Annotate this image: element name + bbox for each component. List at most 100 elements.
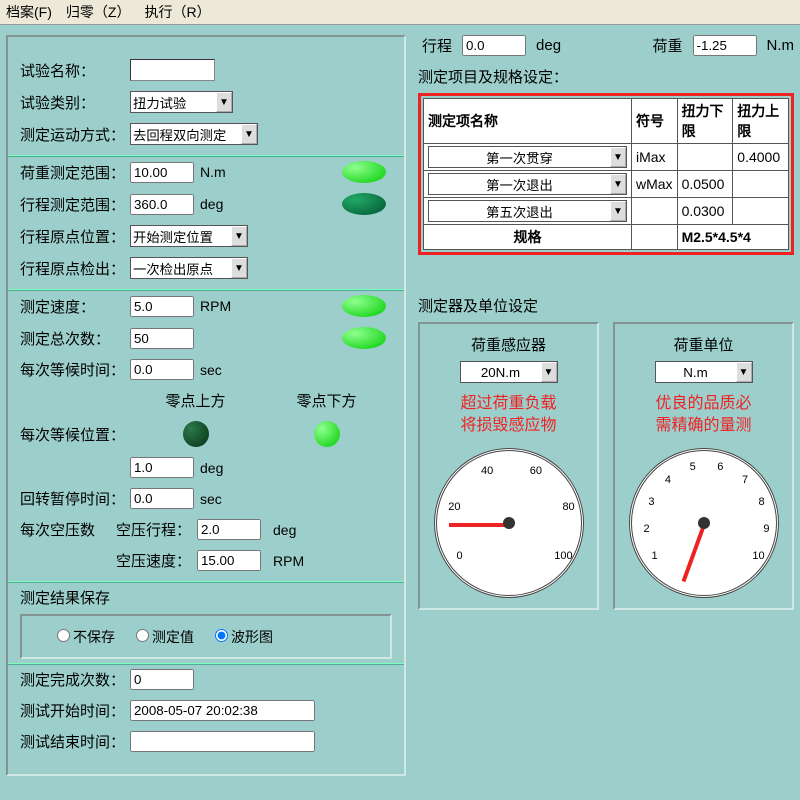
cell-sym: iMax [632, 144, 678, 171]
load-readout [693, 35, 757, 56]
label-air-stroke: 空压行程： [116, 519, 191, 540]
settings-panel: 试验名称： 试验类别： ▼ 测定运动方式： ▼ 荷重测定范围： N.m 行程测定… [6, 35, 406, 776]
label-test-name: 试验名称： [20, 60, 130, 81]
table-row: ▼ wMax 0.0500 [424, 171, 789, 198]
stroke-readout [462, 35, 526, 56]
warning-text: 超过荷重负载将损毁感应物 [460, 393, 556, 438]
cell-hi[interactable]: 0.4000 [733, 144, 789, 171]
chevron-down-icon[interactable]: ▼ [231, 258, 247, 278]
chevron-down-icon[interactable]: ▼ [241, 124, 257, 144]
row-name[interactable] [429, 148, 610, 166]
indicator-green-icon [342, 161, 386, 183]
unit-rpm: RPM [273, 553, 304, 569]
indicator-dark-icon [342, 193, 386, 215]
end-time-input[interactable] [130, 731, 315, 752]
label-origin-pos: 行程原点位置： [20, 226, 130, 247]
unit-select[interactable] [656, 363, 736, 381]
gauge-title: 荷重单位 [673, 334, 733, 355]
stroke-range-input[interactable] [130, 194, 194, 215]
label-origin-detect: 行程原点检出： [20, 258, 130, 279]
label-gauge-section: 测定器及单位设定 [418, 295, 794, 316]
radio-wave[interactable]: 波形图 [210, 626, 273, 647]
label-count: 测定总次数： [20, 328, 130, 349]
menu-bar: 档案(F) 归零（Z） 执行（R） [0, 0, 800, 25]
unit-deg: deg [536, 37, 561, 54]
radio-value[interactable]: 测定值 [131, 626, 194, 647]
spec-table-highlight: 测定项名称 符号 扭力下限 扭力上限 ▼ iMax 0.4000 ▼ wMax [418, 93, 794, 255]
label-test-type: 试验类别： [20, 92, 130, 113]
label-stroke: 行程 [422, 35, 452, 56]
gauge-load-unit: 荷重单位 ▼ 优良的品质必需精确的量测 12345678910 [613, 322, 794, 610]
label-start-time: 测试开始时间： [20, 700, 130, 721]
table-row: ▼ iMax 0.4000 [424, 144, 789, 171]
menu-run[interactable]: 执行（R） [144, 2, 210, 22]
cell-spec-label: 规格 [424, 225, 632, 250]
count-input[interactable] [130, 328, 194, 349]
row-name[interactable] [429, 175, 610, 193]
air-stroke-input[interactable] [197, 519, 261, 540]
th-sym: 符号 [632, 99, 678, 144]
gauge-load-sensor: 荷重感应器 ▼ 超过荷重负载将损毁感应物 020406080100 [418, 322, 599, 610]
origin-pos-select[interactable] [131, 227, 231, 245]
indicator-green-icon [342, 327, 386, 349]
label-speed: 测定速度： [20, 296, 130, 317]
th-name: 测定项名称 [424, 99, 632, 144]
label-done-count: 测定完成次数： [20, 669, 130, 690]
cell-lo[interactable]: 0.0300 [677, 198, 733, 225]
cell-hi[interactable] [733, 171, 789, 198]
table-row: ▼ 0.0300 [424, 198, 789, 225]
unit-deg: deg [200, 460, 223, 476]
label-end-time: 测试结束时间： [20, 731, 130, 752]
cell-lo[interactable]: 0.0500 [677, 171, 733, 198]
chevron-down-icon[interactable]: ▼ [216, 92, 232, 112]
done-count-input[interactable] [130, 669, 194, 690]
motion-select[interactable] [131, 125, 241, 143]
zero-down-indicator-icon [314, 421, 340, 447]
unit-dial-icon: 12345678910 [629, 448, 779, 598]
menu-file[interactable]: 档案(F) [6, 2, 52, 22]
spec-table: 测定项名称 符号 扭力下限 扭力上限 ▼ iMax 0.4000 ▼ wMax [423, 98, 789, 250]
chevron-down-icon[interactable]: ▼ [736, 362, 752, 382]
speed-input[interactable] [130, 296, 194, 317]
test-name-input[interactable] [130, 59, 215, 81]
label-air-num: 每次空压数 [20, 519, 110, 540]
label-wait: 每次等候时间： [20, 359, 130, 380]
test-type-select[interactable] [131, 93, 216, 111]
origin-detect-select[interactable] [131, 259, 231, 277]
deg-input[interactable] [130, 457, 194, 478]
start-time-input[interactable] [130, 700, 315, 721]
load-range-input[interactable] [130, 162, 194, 183]
chevron-down-icon[interactable]: ▼ [231, 226, 247, 246]
pause-input[interactable] [130, 488, 194, 509]
sensor-select[interactable] [461, 363, 541, 381]
unit-rpm: RPM [200, 298, 231, 314]
th-lo: 扭力下限 [677, 99, 733, 144]
cell-lo[interactable] [677, 144, 733, 171]
chevron-down-icon[interactable]: ▼ [610, 174, 626, 194]
row-name[interactable] [429, 202, 610, 220]
label-save: 测定结果保存 [20, 587, 392, 608]
label-motion: 测定运动方式： [20, 124, 130, 145]
unit-nm: N.m [767, 37, 795, 54]
indicator-green-icon [342, 295, 386, 317]
th-hi: 扭力上限 [733, 99, 789, 144]
cell-sym: wMax [632, 171, 678, 198]
chevron-down-icon[interactable]: ▼ [541, 362, 557, 382]
menu-zero[interactable]: 归零（Z） [66, 2, 131, 22]
radio-nosave[interactable]: 不保存 [52, 626, 115, 647]
unit-sec: sec [200, 362, 222, 378]
label-pause: 回转暂停时间： [20, 488, 130, 509]
label-zero-down: 零点下方 [296, 390, 356, 411]
gauge-title: 荷重感应器 [471, 334, 546, 355]
label-zero-up: 零点上方 [165, 390, 225, 411]
label-wait-pos: 每次等候位置： [20, 424, 130, 445]
zero-up-indicator-icon [183, 421, 209, 447]
cell-hi[interactable] [733, 198, 789, 225]
chevron-down-icon[interactable]: ▼ [610, 147, 626, 167]
cell-spec-val[interactable]: M2.5*4.5*4 [677, 225, 788, 250]
load-dial-icon: 020406080100 [434, 448, 584, 598]
chevron-down-icon[interactable]: ▼ [610, 201, 626, 221]
air-speed-input[interactable] [197, 550, 261, 571]
wait-input[interactable] [130, 359, 194, 380]
unit-deg: deg [273, 522, 296, 538]
